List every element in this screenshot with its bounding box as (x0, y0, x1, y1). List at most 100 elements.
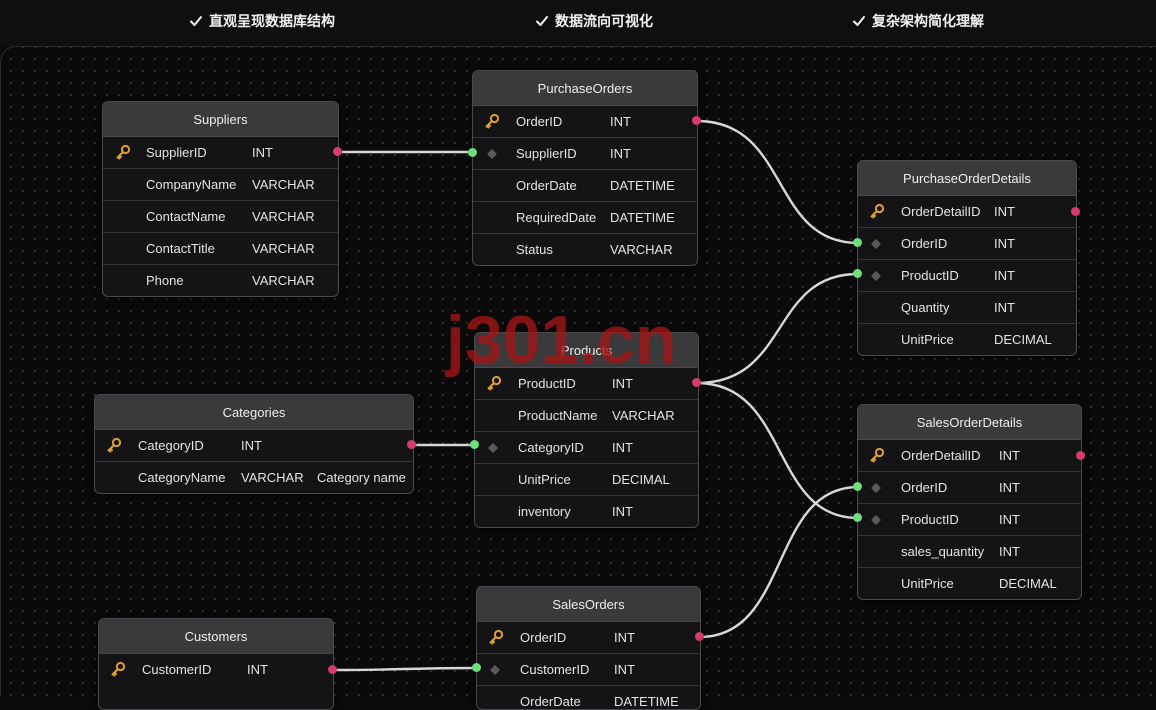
column-name: ProductID (518, 376, 576, 391)
table-sales-order-details[interactable]: SalesOrderDetails OrderDetailID INT Orde… (857, 404, 1082, 600)
foreign-key-icon (871, 483, 881, 493)
foreign-key-icon (871, 239, 881, 249)
table-row[interactable]: OrderDetailID INT (858, 196, 1076, 228)
table-customers[interactable]: Customers CustomerID INT (98, 618, 334, 710)
column-type: INT (247, 662, 268, 677)
check-icon (190, 16, 202, 26)
key-icon (485, 113, 500, 129)
table-row[interactable]: CategoryName VARCHAR Category name (95, 462, 413, 493)
table-title: SalesOrderDetails (858, 405, 1081, 440)
column-type: VARCHAR (612, 408, 675, 423)
foreign-key-icon (490, 665, 500, 675)
table-title: Categories (95, 395, 413, 430)
column-type: INT (614, 630, 635, 645)
table-row[interactable]: OrderID INT (477, 622, 700, 654)
table-row[interactable]: ProductID INT (858, 260, 1076, 292)
column-name: SupplierID (146, 145, 207, 160)
table-row[interactable]: UnitPrice DECIMAL (858, 568, 1081, 599)
column-type: INT (999, 512, 1020, 527)
column-type: INT (999, 448, 1020, 463)
column-type: VARCHAR (610, 242, 673, 257)
column-name: Phone (146, 273, 184, 288)
key-icon (870, 203, 885, 219)
table-row[interactable]: CustomerID INT (477, 654, 700, 686)
fk-port[interactable] (472, 663, 481, 672)
table-row[interactable]: CustomerID INT (99, 654, 333, 685)
fk-port[interactable] (853, 269, 862, 278)
column-name: OrderID (516, 114, 563, 129)
table-row[interactable]: Phone VARCHAR (103, 265, 338, 296)
table-row[interactable]: inventory INT (475, 496, 698, 527)
column-name: inventory (518, 504, 571, 519)
table-row[interactable]: OrderDetailID INT (858, 440, 1081, 472)
table-row[interactable]: OrderDate DATETIME (477, 686, 700, 709)
table-row[interactable]: CategoryID INT (475, 432, 698, 464)
pk-port[interactable] (1076, 451, 1085, 460)
column-name: CategoryName (138, 470, 226, 485)
column-name: CategoryID (518, 440, 584, 455)
table-row[interactable]: ProductID INT (858, 504, 1081, 536)
check-icon (853, 16, 865, 26)
feature-label: 复杂架构简化理解 (872, 13, 984, 29)
table-row[interactable]: OrderID INT (858, 228, 1076, 260)
pk-port[interactable] (692, 116, 701, 125)
column-type: INT (612, 376, 633, 391)
feature-item: 直观呈现数据库结构 (189, 10, 335, 32)
watermark-text: j301.cn (446, 302, 677, 378)
table-row[interactable]: Quantity INT (858, 292, 1076, 324)
column-name: sales_quantity (901, 544, 985, 559)
table-suppliers[interactable]: Suppliers SupplierID INT CompanyName VAR… (102, 101, 339, 297)
pk-port[interactable] (328, 665, 337, 674)
pk-port[interactable] (407, 440, 416, 449)
fk-port[interactable] (470, 440, 479, 449)
table-row[interactable]: OrderID INT (473, 106, 697, 138)
column-name: CustomerID (520, 662, 590, 677)
column-type: VARCHAR (241, 470, 304, 485)
table-row[interactable]: sales_quantity INT (858, 536, 1081, 568)
column-comment: Category name (317, 470, 406, 485)
key-icon (489, 629, 504, 645)
table-row[interactable]: RequiredDate DATETIME (473, 202, 697, 234)
fk-port[interactable] (853, 238, 862, 247)
table-row[interactable]: UnitPrice DECIMAL (475, 464, 698, 496)
table-row[interactable]: ProductName VARCHAR (475, 400, 698, 432)
fk-port[interactable] (468, 148, 477, 157)
column-name: CompanyName (146, 177, 237, 192)
column-name: ProductID (901, 512, 959, 527)
table-title: Customers (99, 619, 333, 654)
table-row[interactable]: Status VARCHAR (473, 234, 697, 265)
column-type: VARCHAR (252, 273, 315, 288)
column-name: ContactTitle (146, 241, 215, 256)
table-row[interactable]: CategoryID INT (95, 430, 413, 462)
table-purchase-orders[interactable]: PurchaseOrders OrderID INT SupplierID IN… (472, 70, 698, 266)
column-name: Status (516, 242, 553, 257)
feature-item: 复杂架构简化理解 (852, 10, 984, 32)
table-categories[interactable]: Categories CategoryID INT CategoryName V… (94, 394, 414, 494)
feature-label: 数据流向可视化 (555, 13, 653, 29)
table-row[interactable]: SupplierID INT (473, 138, 697, 170)
table-row[interactable]: SupplierID INT (103, 137, 338, 169)
table-title: PurchaseOrderDetails (858, 161, 1076, 196)
pk-port[interactable] (1071, 207, 1080, 216)
table-row[interactable]: OrderDate DATETIME (473, 170, 697, 202)
foreign-key-icon (487, 149, 497, 159)
feature-item: 数据流向可视化 (535, 10, 653, 32)
table-row[interactable]: CompanyName VARCHAR (103, 169, 338, 201)
table-row[interactable]: UnitPrice DECIMAL (858, 324, 1076, 355)
pk-port[interactable] (695, 632, 704, 641)
table-row[interactable]: OrderID INT (858, 472, 1081, 504)
table-sales-orders[interactable]: SalesOrders OrderID INT CustomerID INT O… (476, 586, 701, 710)
column-type: VARCHAR (252, 209, 315, 224)
foreign-key-icon (871, 271, 881, 281)
fk-port[interactable] (853, 482, 862, 491)
table-row[interactable]: ContactName VARCHAR (103, 201, 338, 233)
table-row[interactable]: ContactTitle VARCHAR (103, 233, 338, 265)
pk-port[interactable] (333, 147, 342, 156)
column-name: CategoryID (138, 438, 204, 453)
table-title: PurchaseOrders (473, 71, 697, 106)
column-name: ProductName (518, 408, 598, 423)
column-type: INT (994, 204, 1015, 219)
table-purchase-order-details[interactable]: PurchaseOrderDetails OrderDetailID INT O… (857, 160, 1077, 356)
pk-port[interactable] (692, 378, 701, 387)
fk-port[interactable] (853, 513, 862, 522)
